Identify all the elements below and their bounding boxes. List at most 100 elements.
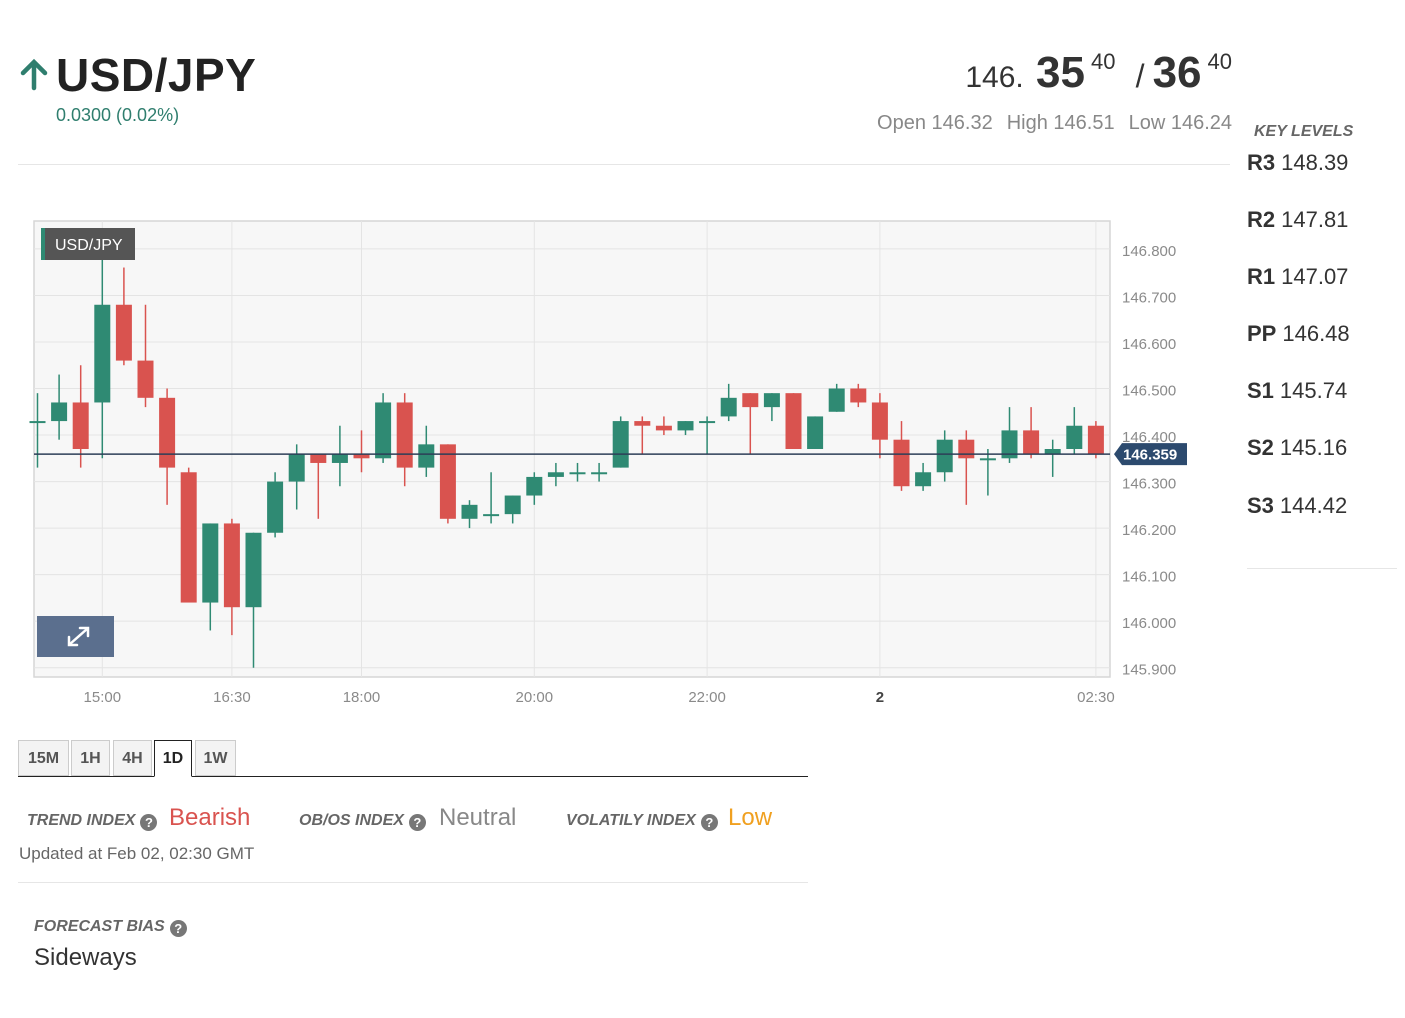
y-tick-label: 146.000 — [1122, 615, 1176, 632]
candle-body — [310, 453, 327, 463]
candle-body — [288, 453, 305, 482]
candle-body — [1087, 425, 1104, 454]
candle-body — [180, 472, 197, 603]
candle-body — [979, 458, 996, 461]
trend-index-value: Bearish — [169, 804, 251, 831]
y-tick-label: 146.100 — [1122, 569, 1176, 586]
candle — [375, 393, 392, 463]
chart-symbol-badge: USD/JPY — [41, 228, 135, 260]
candle-body — [137, 360, 154, 398]
updated-timestamp: Updated at Feb 02, 02:30 GMT — [19, 844, 255, 863]
candle-body — [828, 388, 845, 412]
indices-divider — [18, 882, 808, 883]
candle-body — [461, 504, 478, 519]
y-tick-label: 146.800 — [1122, 243, 1176, 260]
candle — [785, 393, 802, 449]
key-level-s2: S2 145.16 — [1247, 435, 1348, 460]
x-tick-label: 02:30 — [1077, 689, 1115, 706]
candle — [612, 416, 629, 468]
current-price-tag: 146.359 — [1114, 443, 1187, 466]
candle — [1087, 421, 1104, 459]
candle-body — [115, 304, 132, 361]
candle-body — [1023, 430, 1040, 454]
forecast-bias-value: Sideways — [34, 944, 137, 971]
question-circle-icon[interactable]: ? — [169, 920, 187, 937]
candle-body — [504, 495, 521, 515]
candle-body — [267, 481, 284, 533]
candle-body — [396, 402, 413, 468]
tab-1d[interactable]: 1D — [154, 740, 192, 777]
candle-body — [159, 397, 176, 468]
x-tick-label: 2 — [876, 689, 884, 706]
candle-body — [375, 402, 392, 459]
y-tick-label: 146.700 — [1122, 289, 1176, 306]
key-level-s1: S1 145.74 — [1247, 378, 1348, 403]
y-tick-label: 146.300 — [1122, 476, 1176, 493]
candle-body — [223, 523, 240, 608]
y-tick-label: 146.500 — [1122, 383, 1176, 400]
candle-body — [331, 453, 348, 463]
question-circle-icon[interactable]: ? — [408, 814, 426, 831]
candle-body — [418, 444, 435, 468]
chart-badge-label: USD/JPY — [55, 237, 123, 254]
candle-body — [634, 421, 651, 426]
tab-4h[interactable]: 4H — [113, 740, 152, 776]
candle-body — [51, 402, 68, 422]
candle-body — [677, 421, 694, 431]
key-levels-title: KEY LEVELS — [1254, 123, 1354, 140]
candle — [267, 472, 284, 538]
trend-index-label: TREND INDEX? — [27, 812, 158, 831]
candle-body — [612, 421, 629, 468]
x-tick-label: 18:00 — [343, 689, 381, 706]
candle-body — [850, 388, 867, 403]
candle-body — [720, 397, 737, 417]
candle-body — [591, 472, 608, 475]
candle-body — [871, 402, 888, 440]
expand-chart-button[interactable] — [37, 616, 114, 657]
candle-body — [202, 523, 219, 603]
candle-body — [569, 472, 586, 475]
candle-body — [1066, 425, 1083, 449]
candle-body — [958, 439, 975, 459]
candle-body — [483, 514, 500, 517]
question-circle-icon[interactable]: ? — [140, 814, 158, 831]
forecast-bias-label: FORECAST BIAS? — [34, 918, 187, 937]
chart-x-axis: 15:00 16:30 18:00 20:00 22:00 2 02:30 — [84, 689, 1115, 706]
candle — [180, 467, 197, 603]
price-chart[interactable]: 146.800146.700146.600146.500146.400146.3… — [0, 0, 1240, 720]
x-tick-label: 16:30 — [213, 689, 251, 706]
timeframe-tabs: 15M 1H 4H 1D 1W — [18, 740, 808, 777]
candle-body — [245, 532, 262, 608]
candle-body — [547, 472, 564, 477]
question-circle-icon[interactable]: ? — [700, 814, 718, 831]
tab-1h[interactable]: 1H — [71, 740, 110, 776]
candle-body — [893, 439, 910, 487]
candle-body — [655, 425, 672, 431]
obos-index-label: OB/OS INDEX? — [299, 812, 426, 831]
candle-body — [785, 393, 802, 449]
key-level-pp: PP 146.48 — [1247, 321, 1350, 346]
x-tick-label: 20:00 — [516, 689, 554, 706]
candle-body — [915, 472, 932, 487]
volatility-index-value: Low — [728, 804, 773, 831]
y-tick-label: 146.200 — [1122, 522, 1176, 539]
tab-15m[interactable]: 15M — [18, 740, 69, 776]
candle-body — [439, 444, 456, 519]
candle-body — [742, 393, 759, 408]
candle — [807, 416, 824, 449]
candle-body — [936, 439, 953, 473]
key-level-r3: R3 148.39 — [1247, 150, 1349, 175]
key-level-r1: R1 147.07 — [1247, 264, 1349, 289]
y-tick-label: 145.900 — [1122, 662, 1176, 679]
current-price-label: 146.359 — [1123, 447, 1177, 464]
y-tick-label: 146.600 — [1122, 336, 1176, 353]
obos-index-value: Neutral — [439, 804, 517, 831]
candle — [439, 444, 456, 524]
tab-1w[interactable]: 1W — [195, 740, 236, 776]
x-tick-label: 22:00 — [688, 689, 726, 706]
candle-body — [94, 304, 111, 403]
key-level-r2: R2 147.81 — [1247, 207, 1349, 232]
volatility-index-label: VOLATILY INDEX? — [566, 812, 718, 831]
candle-body — [72, 402, 89, 449]
candle-body — [526, 476, 543, 496]
